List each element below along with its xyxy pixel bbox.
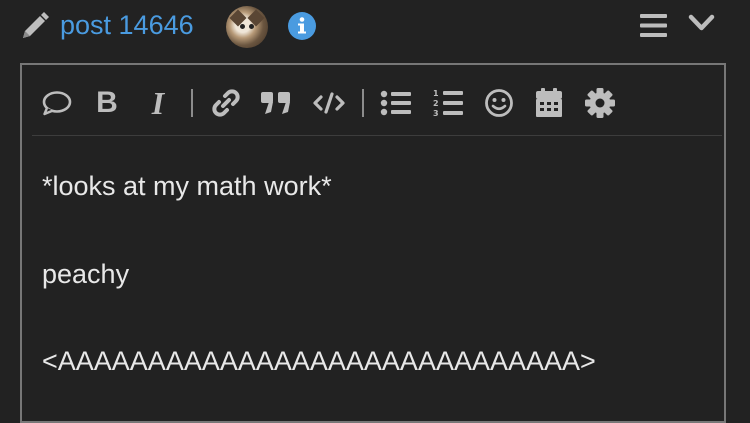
hamburger-menu-icon[interactable] <box>640 12 667 39</box>
italic-button[interactable]: I <box>146 85 170 121</box>
speech-bubble-icon[interactable] <box>42 85 72 121</box>
numbered-list-icon[interactable]: 123 <box>432 85 464 121</box>
toolbar-divider <box>191 89 193 117</box>
info-icon[interactable] <box>287 11 317 41</box>
content-line: peachy <box>42 259 130 289</box>
code-icon[interactable] <box>312 85 346 121</box>
post-header: post 14646 <box>0 0 750 54</box>
svg-text:1: 1 <box>433 89 439 98</box>
quote-icon[interactable] <box>260 85 292 121</box>
bold-button[interactable]: B <box>94 85 120 121</box>
bullet-list-icon[interactable] <box>380 85 412 121</box>
avatar[interactable] <box>226 6 268 48</box>
content-line: <AAAAAAAAAAAAAAAAAAAAAAAAAAAAA> <box>42 346 596 376</box>
chevron-down-icon[interactable] <box>688 12 715 34</box>
editor-toolbar: B I 1 2 3 <box>32 65 722 136</box>
svg-text:2: 2 <box>433 99 439 108</box>
emoji-icon[interactable] <box>484 85 514 121</box>
link-icon[interactable] <box>210 85 242 121</box>
post-editor[interactable]: B I 1 2 3 *looks at my math work* peachy… <box>20 63 726 423</box>
content-line: *looks at my math work* <box>42 171 332 201</box>
pencil-icon[interactable] <box>20 11 50 41</box>
toolbar-divider <box>362 89 364 117</box>
svg-text:3: 3 <box>433 109 439 118</box>
post-link[interactable]: post 14646 <box>60 9 194 41</box>
calendar-icon[interactable] <box>534 85 564 121</box>
gear-icon[interactable] <box>584 85 616 121</box>
